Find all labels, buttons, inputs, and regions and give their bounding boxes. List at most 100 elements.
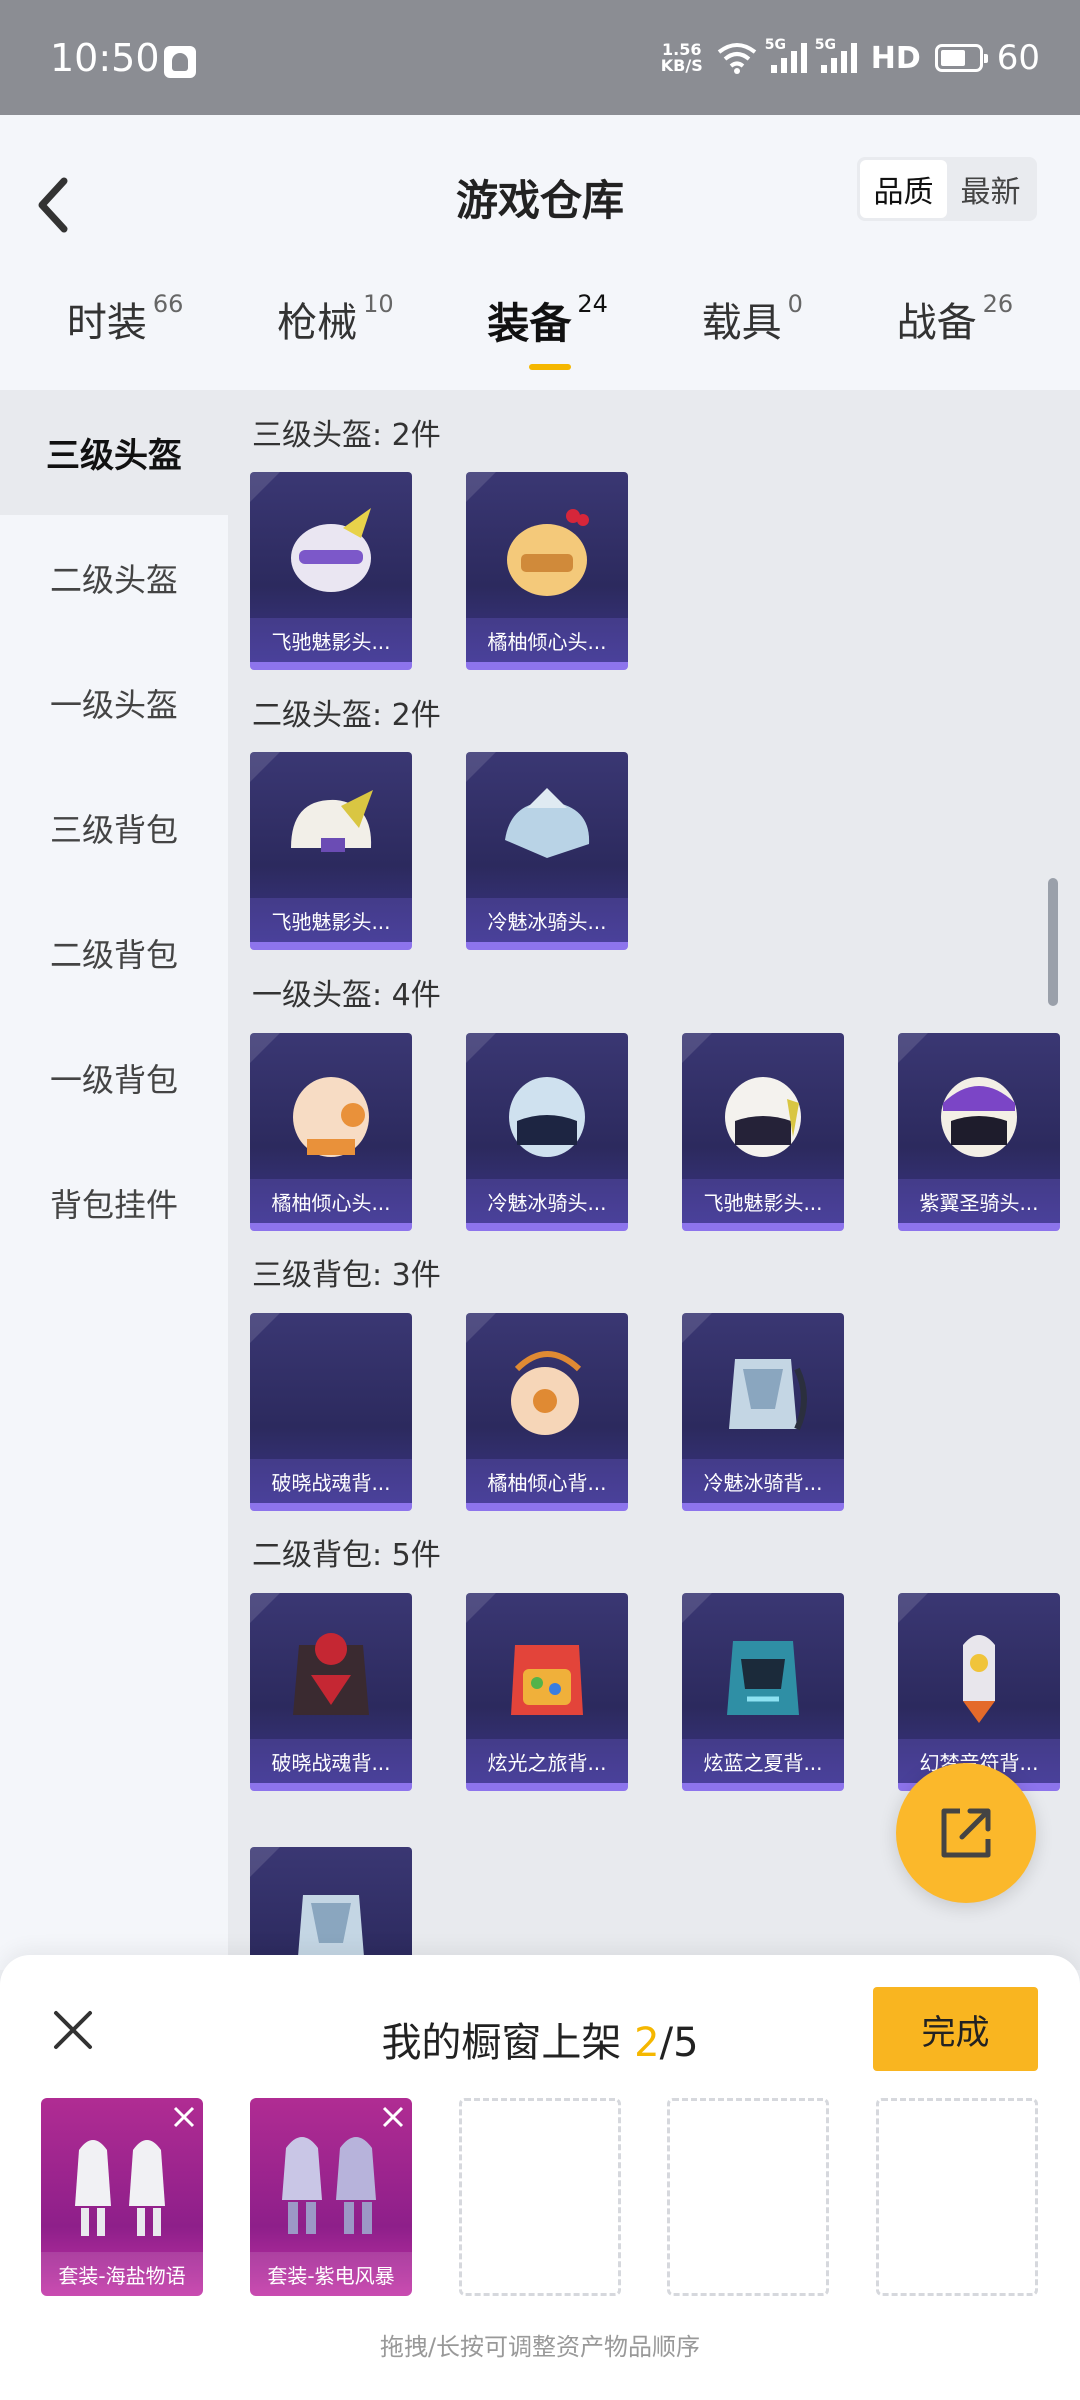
item-card[interactable]: 冷魅冰骑头...: [466, 752, 628, 950]
outfit-icon: [75, 2140, 165, 2236]
item-card[interactable]: 橘柚倾心背...: [466, 1313, 628, 1511]
check-corner-icon: [466, 752, 496, 782]
item-label: 橘柚倾心背...: [466, 1459, 628, 1503]
page-header: 游戏仓库 品质 最新 时装 66 枪械 10 装备 24 载具 0 战备 26: [0, 115, 1080, 390]
helmet-icon: [507, 509, 589, 596]
tab-supplies[interactable]: 战备 26: [897, 290, 1014, 380]
check-corner-icon: [898, 1033, 928, 1063]
item-label: 破晓战魂背...: [250, 1739, 412, 1783]
sidebar-item-helmet-lv2[interactable]: 二级头盔: [0, 515, 228, 640]
helmet-icon: [291, 790, 373, 852]
item-label: 飞驰魅影头...: [250, 618, 412, 662]
item-label: 冷魅冰骑头...: [466, 898, 628, 942]
helmet-icon: [725, 1077, 801, 1157]
showcase-slot[interactable]: 套装-海盐物语: [41, 2098, 203, 2296]
remove-icon[interactable]: [380, 2104, 406, 2130]
check-corner-icon: [250, 1847, 280, 1877]
tab-fashion[interactable]: 时装 66: [67, 290, 184, 380]
sort-toggle: 品质 最新: [857, 157, 1037, 221]
check-corner-icon: [682, 1313, 712, 1343]
tab-label: 战备: [896, 300, 977, 346]
item-card[interactable]: 飞驰魅影头...: [250, 472, 412, 670]
tab-vehicles[interactable]: 载具 0: [702, 290, 803, 380]
item-card[interactable]: 橘柚倾心头...: [466, 472, 628, 670]
net-speed: 1.56 KB/S: [661, 42, 703, 74]
check-corner-icon: [682, 1033, 712, 1063]
tab-equipment[interactable]: 装备 24: [487, 290, 608, 380]
item-card[interactable]: 飞驰魅影头...: [250, 752, 412, 950]
item-card[interactable]: 橘柚倾心头...: [250, 1033, 412, 1231]
status-time: 10:50: [50, 36, 160, 80]
item-card[interactable]: 炫蓝之夏背...: [682, 1593, 844, 1791]
showcase-count-total: /5: [659, 2020, 699, 2066]
tab-label: 载具: [701, 300, 782, 346]
item-label: 冷魅冰骑背...: [682, 1459, 844, 1503]
check-corner-icon: [250, 1313, 280, 1343]
item-label: 炫蓝之夏背...: [682, 1739, 844, 1783]
slot-label: 套装-紫电风暴: [250, 2252, 412, 2296]
item-card[interactable]: 紫翼圣骑头...: [898, 1033, 1060, 1231]
check-corner-icon: [466, 472, 496, 502]
item-label: 飞驰魅影头...: [682, 1179, 844, 1223]
sidebar-item-backpack-lv3[interactable]: 三级背包: [0, 765, 228, 890]
sim1-label: 5G: [764, 37, 786, 53]
sidebar-item-helmet-lv1[interactable]: 一级头盔: [0, 640, 228, 765]
notification-icon: [164, 46, 196, 78]
outfit-icon: [282, 2137, 376, 2234]
status-icons: 1.56 KB/S 5G 5G HD 60: [661, 37, 1040, 78]
item-card[interactable]: 飞驰魅影头...: [682, 1033, 844, 1231]
item-label: 橘柚倾心头...: [250, 1179, 412, 1223]
check-corner-icon: [250, 472, 280, 502]
tab-count: 10: [363, 290, 394, 318]
tab-guns[interactable]: 枪械 10: [277, 290, 394, 380]
sidebar-item-helmet-lv3[interactable]: 三级头盔: [0, 390, 228, 515]
showcase-slot-empty[interactable]: [667, 2098, 829, 2296]
remove-icon[interactable]: [171, 2104, 197, 2130]
helmet-icon: [505, 788, 590, 858]
done-button[interactable]: 完成: [873, 1987, 1038, 2071]
backpack-icon: [729, 1359, 807, 1431]
backpack-icon: [727, 1641, 799, 1715]
item-card[interactable]: [250, 1847, 412, 1970]
item-card[interactable]: 幻梦音符背...: [898, 1593, 1060, 1791]
sim2-label: 5G: [814, 37, 836, 53]
check-corner-icon: [466, 1313, 496, 1343]
tab-count: 66: [152, 290, 184, 318]
showcase-slot-empty[interactable]: [876, 2098, 1038, 2296]
share-fab-button[interactable]: [896, 1763, 1036, 1903]
sidebar-item-backpack-charm[interactable]: 背包挂件: [0, 1140, 228, 1265]
signal-1-icon: 5G: [765, 37, 807, 73]
showcase-slot[interactable]: 套装-紫电风暴: [250, 2098, 412, 2296]
helmet-icon: [509, 1077, 585, 1157]
tab-label: 时装: [66, 300, 147, 346]
check-corner-icon: [250, 1033, 280, 1063]
helmet-icon: [293, 1077, 369, 1157]
sort-latest-button[interactable]: 最新: [947, 160, 1034, 218]
sidebar-item-backpack-lv2[interactable]: 二级背包: [0, 890, 228, 1015]
check-corner-icon: [682, 1593, 712, 1623]
net-speed-unit: KB/S: [660, 56, 703, 75]
battery-icon: [934, 44, 988, 72]
section-title: 二级背包: 5件: [252, 1538, 441, 1573]
wifi-icon: [717, 43, 756, 74]
helmet-icon: [941, 1077, 1017, 1157]
showcase-slot-empty[interactable]: [459, 2098, 621, 2296]
item-label: 橘柚倾心头...: [466, 618, 628, 662]
helmet-icon: [291, 508, 371, 592]
item-card[interactable]: 破晓战魂背...: [250, 1313, 412, 1511]
scrollbar[interactable]: [1048, 878, 1058, 1006]
item-card[interactable]: 破晓战魂背...: [250, 1593, 412, 1791]
tab-count: 24: [577, 290, 608, 318]
backpack-icon: [963, 1635, 995, 1723]
battery-level: 60: [996, 38, 1040, 78]
sidebar-item-backpack-lv1[interactable]: 一级背包: [0, 1015, 228, 1140]
item-label: 飞驰魅影头...: [250, 898, 412, 942]
item-card[interactable]: 冷魅冰骑背...: [682, 1313, 844, 1511]
active-tab-indicator: [529, 364, 572, 370]
sort-quality-button[interactable]: 品质: [860, 160, 947, 218]
item-card[interactable]: 炫光之旅背...: [466, 1593, 628, 1791]
tab-count: 26: [982, 290, 1014, 318]
item-label: 冷魅冰骑头...: [466, 1179, 628, 1223]
item-card[interactable]: 冷魅冰骑头...: [466, 1033, 628, 1231]
item-label: 炫光之旅背...: [466, 1739, 628, 1783]
